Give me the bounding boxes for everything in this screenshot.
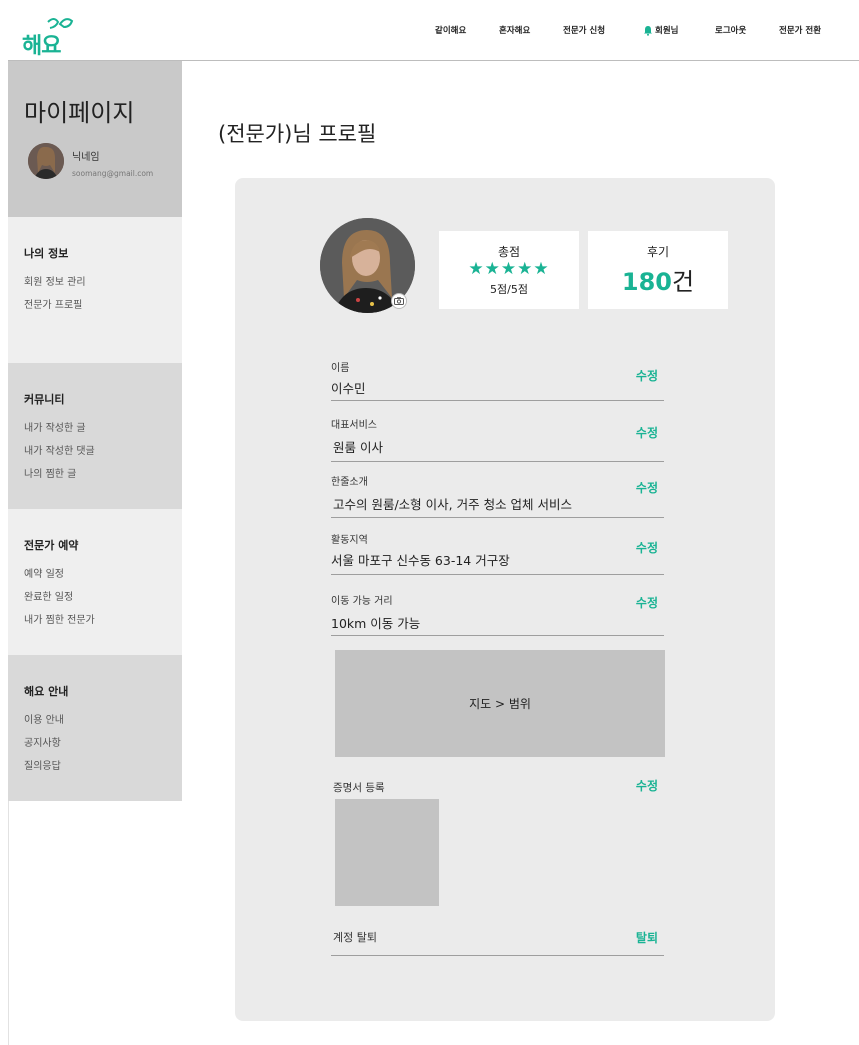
nav-expert-apply[interactable]: 전문가 신청: [563, 24, 605, 36]
field-intro: 한줄소개 고수의 원룸/소형 이사, 거주 청소 업체 서비스 수정: [331, 473, 664, 518]
sidebar-section-guide: 해요 안내 이용 안내 공지사항 질의응답: [8, 655, 182, 801]
sidebar-section-my-info: 나의 정보 회원 정보 관리 전문가 프로필: [8, 217, 182, 363]
review-count: 180건: [588, 262, 728, 297]
rating-box: 총점 ★★★★★ 5점/5점: [439, 231, 579, 309]
sidebar-item-completed[interactable]: 완료한 일정: [24, 588, 166, 603]
edit-service-button[interactable]: 수정: [636, 424, 658, 441]
sidebar-item-usage-guide[interactable]: 이용 안내: [24, 711, 166, 726]
field-value: 10km 이동 가능: [331, 616, 421, 631]
certificate-row: 증명서 등록 수정: [333, 776, 664, 794]
field-distance: 이동 가능 거리 10km 이동 가능 수정: [331, 592, 664, 636]
field-label: 대표서비스: [331, 420, 377, 431]
main-nav: 같이해요 혼자해요 전문가 신청 회원님 로그아웃 전문가 전환: [435, 24, 845, 38]
rating-label: 총점: [497, 245, 521, 259]
map-placeholder[interactable]: 지도 > 범위: [335, 650, 665, 757]
nav-member-label: 회원님: [655, 26, 679, 36]
bell-icon: [644, 26, 652, 36]
nav-logout[interactable]: 로그아웃: [715, 24, 746, 36]
withdraw-row: 계정 탈퇴 탈퇴: [331, 929, 664, 956]
sidebar-section-reservation: 전문가 예약 예약 일정 완료한 일정 내가 찜한 전문가: [8, 509, 182, 655]
withdraw-button[interactable]: 탈퇴: [636, 929, 658, 946]
sidebar-item-liked-posts[interactable]: 나의 찜한 글: [24, 465, 166, 480]
review-count-number: 180: [621, 268, 672, 296]
logo-text: 해요: [22, 34, 61, 59]
nav-expert-switch[interactable]: 전문가 전환: [779, 24, 821, 36]
camera-glyph: [394, 297, 404, 305]
field-label: 한줄소개: [331, 477, 368, 488]
sidebar-section-community: 커뮤니티 내가 작성한 글 내가 작성한 댓글 나의 찜한 글: [8, 363, 182, 509]
review-count-unit: 건: [672, 268, 695, 296]
nickname: 닉네임: [72, 152, 100, 163]
sidebar-item-my-comments[interactable]: 내가 작성한 댓글: [24, 442, 166, 457]
edit-certificate-button[interactable]: 수정: [636, 777, 658, 794]
nav-member[interactable]: 회원님: [643, 24, 678, 36]
field-value: 고수의 원룸/소형 이사, 거주 청소 업체 서비스: [333, 497, 573, 512]
avatar[interactable]: [28, 143, 64, 179]
field-label: 이동 가능 거리: [331, 596, 393, 607]
page-title: (전문가)님 프로필: [218, 122, 377, 146]
nav-alone[interactable]: 혼자해요: [499, 24, 530, 36]
field-label: 활동지역: [331, 535, 368, 546]
nav-together[interactable]: 같이해요: [435, 24, 466, 36]
map-placeholder-label: 지도 > 범위: [469, 697, 531, 711]
review-box[interactable]: 후기 180건: [588, 231, 728, 309]
section-heading: 커뮤니티: [24, 393, 65, 406]
sidebar-title: 마이페이지: [24, 99, 135, 127]
sidebar: 마이페이지 닉네임 soomang@gmail.com 나의 정보 회원 정보 …: [8, 61, 182, 801]
field-service: 대표서비스 원룸 이사 수정: [331, 416, 664, 462]
sidebar-item-schedule[interactable]: 예약 일정: [24, 565, 166, 580]
sidebar-item-liked-experts[interactable]: 내가 찜한 전문가: [24, 611, 166, 626]
edit-name-button[interactable]: 수정: [636, 367, 658, 384]
sidebar-item-member-info[interactable]: 회원 정보 관리: [24, 273, 166, 288]
rating-score: 5점/5점: [490, 283, 528, 296]
field-name: 이름 이수민 수정: [331, 359, 664, 401]
withdraw-label: 계정 탈퇴: [333, 931, 377, 944]
sidebar-profile: 마이페이지 닉네임 soomang@gmail.com: [8, 61, 182, 217]
email: soomang@gmail.com: [72, 169, 154, 178]
edit-distance-button[interactable]: 수정: [636, 594, 658, 611]
field-value: 이수민: [331, 381, 366, 396]
review-label: 후기: [646, 245, 670, 259]
certificate-upload[interactable]: [335, 799, 439, 906]
edit-area-button[interactable]: 수정: [636, 539, 658, 556]
section-heading: 전문가 예약: [24, 539, 79, 552]
field-area: 활동지역 서울 마포구 신수동 63-14 거구장 수정: [331, 531, 664, 575]
sidebar-item-my-posts[interactable]: 내가 작성한 글: [24, 419, 166, 434]
sidebar-item-notices[interactable]: 공지사항: [24, 734, 166, 749]
section-heading: 나의 정보: [24, 247, 69, 260]
sidebar-item-expert-profile[interactable]: 전문가 프로필: [24, 296, 166, 311]
certificate-label: 증명서 등록: [333, 782, 385, 794]
avatar-image: [28, 143, 64, 179]
star-rating-icon: ★★★★★: [468, 259, 550, 279]
field-value: 원룸 이사: [333, 440, 383, 455]
section-heading: 해요 안내: [24, 685, 69, 698]
field-label: 이름: [331, 363, 350, 374]
edit-intro-button[interactable]: 수정: [636, 479, 658, 496]
sidebar-item-qna[interactable]: 질의응답: [24, 757, 166, 772]
top-header: 해요 같이해요 혼자해요 전문가 신청 회원님 로그아웃 전문가 전환: [8, 4, 859, 61]
field-value: 서울 마포구 신수동 63-14 거구장: [331, 553, 510, 568]
logo[interactable]: 해요: [22, 12, 92, 59]
camera-icon[interactable]: [391, 293, 407, 309]
